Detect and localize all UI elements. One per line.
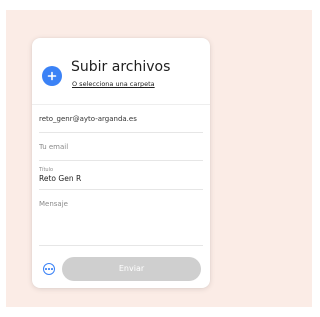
plus-icon [47,71,57,81]
card-footer: Enviar [32,254,210,288]
upload-title: Subir archivos [71,59,171,75]
send-button[interactable]: Enviar [62,257,201,281]
email-placeholder: Tu email [39,143,69,151]
title-field[interactable]: Título Reto Gen R [39,161,203,190]
add-files-button[interactable] [42,66,62,86]
title-value: Reto Gen R [39,174,82,183]
recipient-value: reto_genr@ayto-arganda.es [39,115,137,123]
message-placeholder: Mensaje [39,200,68,208]
select-folder-link[interactable]: O selecciona una carpeta [72,79,155,89]
email-field[interactable]: Tu email [39,133,203,161]
more-options-icon[interactable] [43,263,55,275]
title-label: Título [39,167,54,173]
recipient-field[interactable]: reto_genr@ayto-arganda.es [39,105,203,133]
transfer-card: Subir archivos O selecciona una carpeta … [32,38,210,288]
message-field[interactable]: Mensaje [39,190,203,246]
upload-section[interactable]: Subir archivos O selecciona una carpeta [32,38,210,105]
